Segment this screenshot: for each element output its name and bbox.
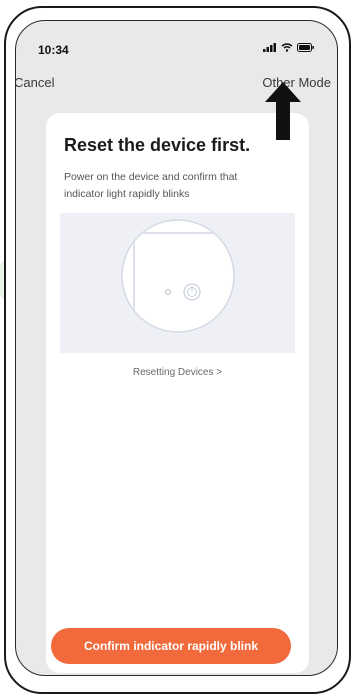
signal-icon: [263, 43, 276, 52]
arrow-up-icon: [265, 82, 301, 140]
battery-icon: [297, 43, 314, 52]
instruction-text: Power on the device and confirm that ind…: [64, 171, 238, 200]
screenshot-stage: 10:34 Cancel Other Mode Reset the device…: [0, 0, 357, 699]
wifi-icon: [281, 43, 293, 52]
status-bar: 10:34: [16, 21, 337, 65]
device-illustration: [60, 213, 295, 353]
page-title: Reset the device first.: [64, 135, 251, 155]
cancel-button[interactable]: Cancel: [16, 75, 54, 90]
status-time: 10:34: [38, 43, 69, 57]
device-illustration-graphic: [121, 219, 235, 333]
status-icons: [263, 43, 315, 52]
reset-card: Reset the device first. Power on the dev…: [46, 113, 309, 673]
confirm-blink-button[interactable]: Confirm indicator rapidly blink: [51, 628, 291, 664]
resetting-devices-link[interactable]: Resetting Devices >: [46, 367, 309, 378]
